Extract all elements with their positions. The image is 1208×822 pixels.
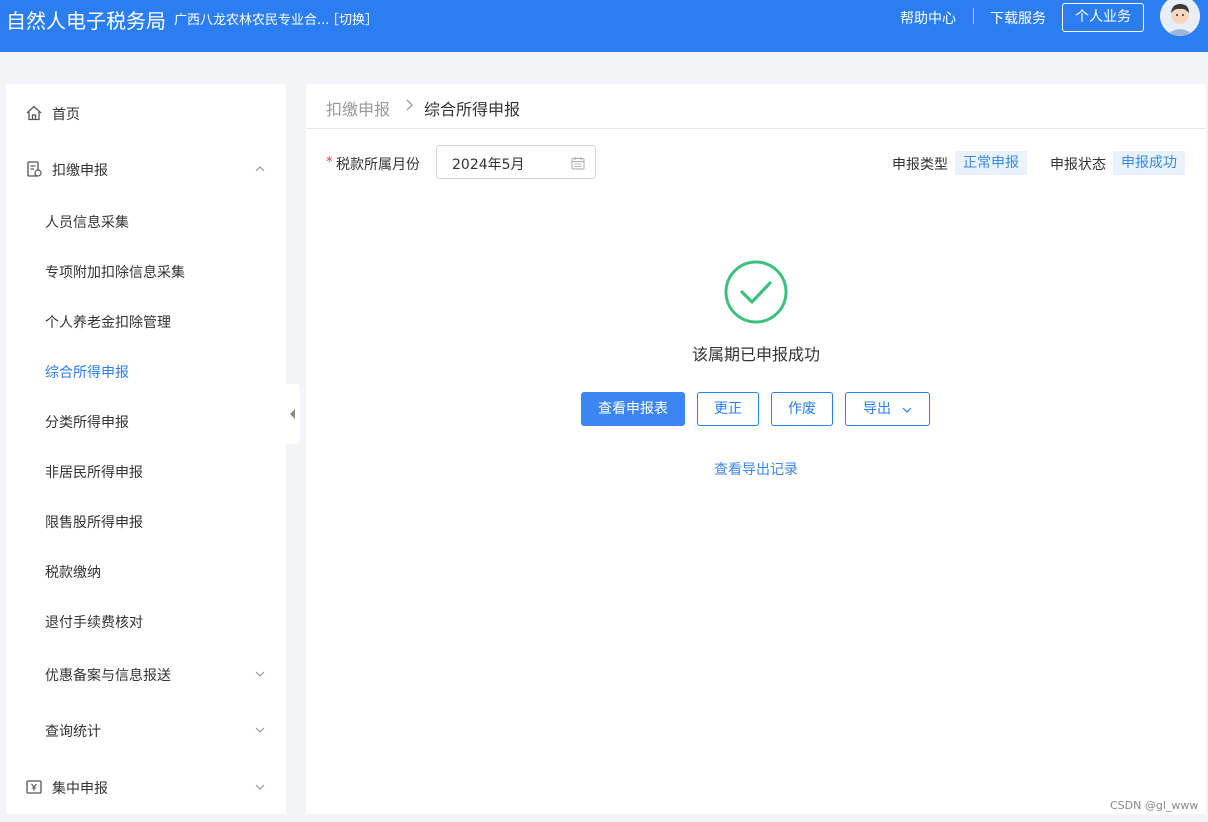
required-mark: * [326, 155, 333, 170]
chevron-down-icon [255, 784, 265, 790]
sidebar-item-label: 退付手续费核对 [45, 615, 143, 631]
sidebar-item-fee-refund[interactable]: 退付手续费核对 [6, 612, 286, 632]
filing-type-tag: 正常申报 [955, 151, 1027, 175]
main-panel: 扣缴申报 综合所得申报 * 税款所属月份 2024年5月 申报类型 正常申报 申… [306, 84, 1206, 814]
filing-status-label: 申报状态 [1050, 157, 1106, 173]
sidebar-item-label: 综合所得申报 [45, 365, 129, 381]
sidebar-item-label: 首页 [52, 107, 80, 123]
chevron-down-icon [902, 407, 912, 413]
sidebar-item-comprehensive-income[interactable]: 综合所得申报 [6, 362, 286, 382]
tax-period-value: 2024年5月 [452, 157, 525, 173]
sidebar-item-label: 税款缴纳 [45, 565, 101, 581]
success-message: 该属期已申报成功 [691, 345, 820, 364]
sidebar-item-label: 人员信息采集 [45, 215, 129, 231]
sidebar-item-restricted-stock[interactable]: 限售股所得申报 [6, 512, 286, 532]
top-header: 自然人电子税务局 广西八龙农林农民专业合... ［切换］ 帮助中心 下载服务 个… [0, 0, 1208, 52]
export-dropdown-button[interactable]: 导出 [845, 392, 930, 426]
tax-period-label: 税款所属月份 [336, 157, 420, 173]
sidebar: 首页 扣缴申报 人员信息采集 专项附加扣除信息采集 个人养老金扣除管理 综合所得… [6, 84, 286, 814]
sidebar-item-label: 集中申报 [52, 781, 108, 797]
switch-org-link[interactable]: ［切换］ [326, 9, 378, 28]
breadcrumb-current: 综合所得申报 [424, 100, 521, 119]
sidebar-item-label: 扣缴申报 [52, 163, 108, 179]
sidebar-item-pension-deduction[interactable]: 个人养老金扣除管理 [6, 312, 286, 332]
download-service-link[interactable]: 下载服务 [990, 8, 1046, 28]
success-check-icon [724, 260, 788, 324]
sidebar-item-personnel-info[interactable]: 人员信息采集 [6, 212, 286, 232]
sidebar-item-label: 优惠备案与信息报送 [45, 668, 171, 684]
void-button[interactable]: 作废 [771, 392, 833, 426]
export-history-link[interactable]: 查看导出记录 [606, 459, 906, 479]
export-label: 导出 [863, 401, 891, 417]
filing-status-tag: 申报成功 [1113, 151, 1185, 175]
sidebar-item-query-statistics[interactable]: 查询统计 [6, 721, 286, 741]
yuan-icon [26, 780, 42, 794]
document-icon [27, 161, 42, 177]
sidebar-item-preferential-filing[interactable]: 优惠备案与信息报送 [6, 665, 286, 685]
sidebar-collapse-toggle[interactable] [286, 384, 300, 444]
sidebar-item-home[interactable]: 首页 [6, 104, 286, 124]
sidebar-item-tax-payment[interactable]: 税款缴纳 [6, 562, 286, 582]
sidebar-item-label: 专项附加扣除信息采集 [45, 265, 185, 281]
correct-button[interactable]: 更正 [697, 392, 759, 426]
chevron-down-icon [255, 671, 265, 677]
caret-left-icon [290, 409, 295, 419]
tax-period-date-picker[interactable]: 2024年5月 [436, 145, 596, 179]
sidebar-item-label: 分类所得申报 [45, 415, 129, 431]
sidebar-item-nonresident-income[interactable]: 非居民所得申报 [6, 462, 286, 482]
user-avatar[interactable] [1160, 0, 1200, 36]
nav-divider [973, 8, 974, 24]
sidebar-item-classified-income[interactable]: 分类所得申报 [6, 412, 286, 432]
chevron-down-icon [255, 727, 265, 733]
help-center-link[interactable]: 帮助中心 [900, 8, 956, 28]
home-icon [26, 105, 42, 121]
app-title: 自然人电子税务局 [6, 9, 166, 33]
sidebar-item-label: 非居民所得申报 [45, 465, 143, 481]
breadcrumb-parent-link[interactable]: 扣缴申报 [326, 96, 390, 120]
sidebar-item-label: 查询统计 [45, 724, 101, 740]
sidebar-item-withholding[interactable]: 扣缴申报 [6, 160, 286, 180]
sidebar-item-label: 限售股所得申报 [45, 515, 143, 531]
calendar-icon [571, 157, 585, 170]
personal-business-button[interactable]: 个人业务 [1062, 3, 1144, 32]
organization-name: 广西八龙农林农民专业合... [174, 13, 330, 28]
chevron-up-icon [255, 166, 265, 172]
breadcrumb: 扣缴申报 综合所得申报 [306, 84, 1206, 129]
sidebar-item-label: 个人养老金扣除管理 [45, 315, 171, 331]
avatar-icon [1160, 0, 1200, 36]
filing-type-label: 申报类型 [892, 157, 948, 173]
chevron-right-icon [406, 99, 413, 111]
sidebar-item-centralized[interactable]: 集中申报 [6, 778, 286, 798]
watermark: CSDN @gl_www [1110, 799, 1199, 812]
sidebar-item-special-deduction[interactable]: 专项附加扣除信息采集 [6, 262, 286, 282]
view-report-button[interactable]: 查看申报表 [581, 392, 685, 426]
